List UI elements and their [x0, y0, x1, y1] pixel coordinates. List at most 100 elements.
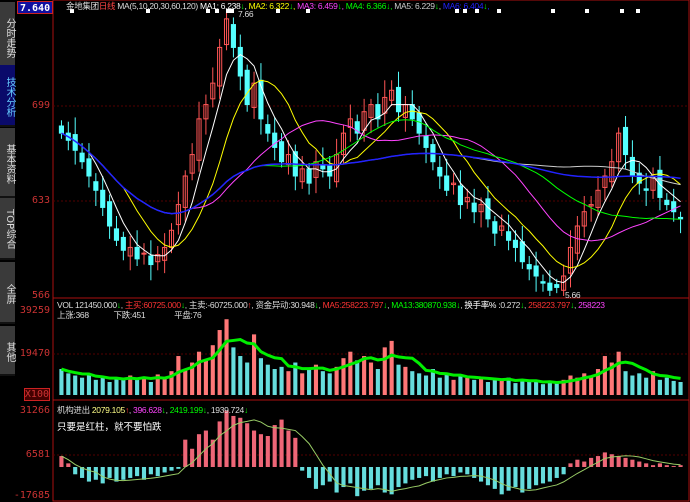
flow-bar [162, 467, 167, 473]
volume-bar [279, 366, 284, 395]
tab-3[interactable]: TOP综合 [0, 198, 15, 260]
signal-marker [585, 9, 589, 13]
flow-bar [547, 467, 552, 482]
volume-bar [472, 379, 477, 395]
volume-bar [568, 375, 573, 395]
candle [306, 168, 312, 184]
flow-axis-label: 6581 [25, 449, 50, 460]
tab-1[interactable]: 技术分析 [0, 65, 15, 127]
candle [279, 141, 285, 163]
flow-bar [444, 467, 449, 475]
candle [93, 181, 99, 191]
ma-line-1 [61, 53, 681, 284]
ma-legend-item: MA6: 6.404↓, [442, 1, 490, 11]
volume-bar [396, 364, 401, 395]
volume-bar [341, 358, 346, 395]
flow-bar [561, 467, 566, 475]
market-breadth: 上涨:368 下跌:451 平盘:76 [57, 310, 202, 320]
candle [113, 228, 120, 241]
volume-bar [162, 377, 167, 395]
flow-bar [575, 459, 580, 467]
price-header: 金地集团日线 MA(5,10,20,30,60,120) MA1: 6.238↓… [66, 0, 490, 12]
flow-bar [540, 467, 546, 484]
flow-bar [66, 463, 71, 467]
flow-bar [527, 467, 532, 489]
flow-bar [348, 467, 353, 484]
candle [86, 158, 92, 177]
flow-bar [190, 448, 195, 467]
flow-bar [320, 467, 325, 486]
candle [437, 166, 443, 177]
flow-bar [375, 467, 380, 486]
candle [506, 231, 512, 241]
flow-bar [59, 456, 64, 467]
candle [471, 202, 477, 213]
flow-bar [671, 466, 676, 467]
flow-bar [293, 437, 298, 467]
flow-bar [245, 423, 250, 467]
flow-bar [382, 467, 387, 493]
flow-bar [657, 463, 662, 467]
ma-legend-item: MA2: 6.322↓, [248, 1, 296, 11]
flow-bar [176, 467, 181, 469]
tab-5[interactable]: 其他 [0, 326, 15, 376]
volume-bar [265, 364, 270, 395]
tab-0[interactable]: 分时走势 [0, 2, 15, 72]
candle [148, 255, 154, 266]
flow-axis-label: -17685 [13, 490, 50, 501]
flow-bar [272, 425, 277, 467]
volume-bar [327, 373, 332, 395]
volume-bar [678, 382, 683, 395]
volume-bar [616, 351, 621, 395]
volume-bar [307, 369, 312, 395]
flow-bar [568, 463, 573, 467]
flow-bar [389, 467, 394, 495]
ma-legend-item: MA4: 6.366↓, [345, 1, 393, 11]
flow-bar [637, 461, 642, 467]
volume-bar [417, 373, 422, 395]
volume-bar [644, 377, 649, 395]
candle [643, 188, 649, 191]
flow-bar [355, 467, 360, 497]
flow-bar [238, 417, 243, 467]
flow-bar [485, 467, 491, 486]
ma-legend-item: MA3: 6.459↓, [297, 1, 344, 11]
volume-bar [540, 384, 546, 395]
flow-bar [650, 465, 656, 467]
tab-2[interactable]: 基本资料 [0, 128, 15, 198]
flow-bar [520, 467, 525, 493]
flow-bar [499, 467, 504, 495]
candle [134, 246, 140, 260]
volume-bar [176, 356, 181, 395]
candle [237, 46, 243, 77]
flow-bar [479, 467, 484, 482]
volume-bar [196, 351, 202, 395]
flow-bar [437, 467, 442, 478]
flow-axis-label: 31266 [19, 405, 50, 416]
flow-bar [135, 467, 140, 477]
volume-bar [671, 380, 676, 395]
flow-bar [396, 467, 401, 488]
volume-bar [114, 377, 119, 395]
candle [272, 132, 278, 148]
flow-bar [403, 467, 408, 484]
candle [141, 252, 147, 255]
flow-bar [362, 467, 367, 491]
flow-bar [554, 467, 559, 478]
volume-bar [362, 356, 367, 395]
volume-bar [355, 360, 360, 395]
volume-bar [520, 379, 525, 395]
side-tabs: 分时走势 技术分析 基本资料 TOP综合全屏 其他 [0, 0, 17, 502]
price-axis-label: 566 [31, 290, 50, 301]
flow-bar [224, 410, 229, 467]
candle [457, 185, 463, 206]
volume-bar [148, 382, 153, 395]
volume-bar [217, 330, 222, 395]
candle [120, 236, 126, 251]
candle [547, 282, 553, 291]
flow-bar [231, 415, 236, 467]
candle [492, 221, 498, 234]
volume-bar [245, 362, 250, 395]
volume-bar [458, 375, 463, 395]
tab-4[interactable]: 全屏 [0, 262, 15, 324]
